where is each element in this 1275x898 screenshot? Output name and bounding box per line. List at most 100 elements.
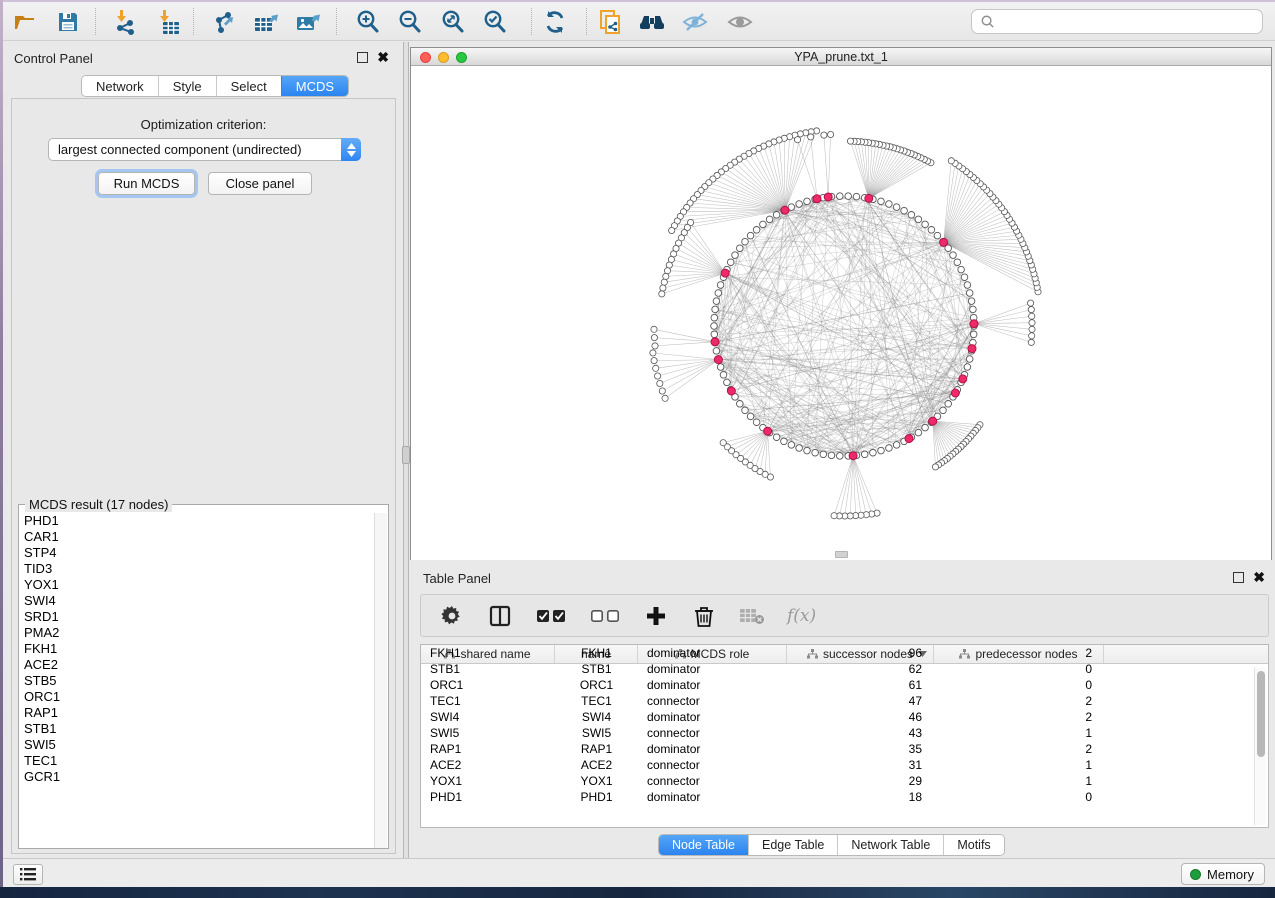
- table-cell: connector: [638, 773, 787, 789]
- table-cell: dominator: [638, 645, 787, 661]
- tab-motifs[interactable]: Motifs: [943, 835, 1003, 855]
- deselect-all-checkboxes-icon[interactable]: [589, 603, 621, 629]
- table-row[interactable]: SWI5SWI5connector431: [421, 725, 1268, 741]
- mcds-result-item[interactable]: TEC1: [24, 753, 375, 769]
- mcds-result-item[interactable]: TID3: [24, 561, 375, 577]
- mcds-result-item[interactable]: SRD1: [24, 609, 375, 625]
- run-mcds-button[interactable]: Run MCDS: [98, 172, 195, 195]
- mcds-result-item[interactable]: ORC1: [24, 689, 375, 705]
- horizontal-splitter-grip[interactable]: [835, 551, 848, 558]
- tab-mcds[interactable]: MCDS: [281, 76, 348, 96]
- mcds-result-item[interactable]: YOX1: [24, 577, 375, 593]
- tab-style[interactable]: Style: [158, 76, 216, 96]
- mcds-result-item[interactable]: CAR1: [24, 529, 375, 545]
- mcds-result-item[interactable]: PMA2: [24, 625, 375, 641]
- mcds-result-group: MCDS result (17 nodes) PHD1CAR1STP4TID3Y…: [18, 504, 389, 849]
- zoom-selected-icon[interactable]: [478, 5, 512, 38]
- table-cell: FKH1: [555, 645, 638, 661]
- mcds-result-item[interactable]: STP4: [24, 545, 375, 561]
- table-cell: 2: [934, 645, 1104, 661]
- close-panel-button[interactable]: Close panel: [208, 172, 312, 195]
- save-session-icon[interactable]: [51, 5, 85, 38]
- hide-eye-icon[interactable]: [678, 5, 712, 38]
- node-table: shared namenameMCDS rolesuccessor nodesp…: [420, 644, 1269, 828]
- export-table-icon[interactable]: [249, 5, 283, 38]
- share-document-icon[interactable]: [593, 5, 627, 38]
- table-cell: dominator: [638, 709, 787, 725]
- status-bar: Memory: [3, 858, 1275, 887]
- zoom-in-icon[interactable]: [351, 5, 385, 38]
- tab-network[interactable]: Network: [82, 76, 158, 96]
- search-input[interactable]: [995, 12, 1262, 32]
- table-cell: YOX1: [421, 773, 555, 789]
- select-all-checkboxes-icon[interactable]: [535, 603, 567, 629]
- table-cell: YOX1: [555, 773, 638, 789]
- tab-select[interactable]: Select: [216, 76, 281, 96]
- table-row[interactable]: STB1STB1dominator620: [421, 661, 1268, 677]
- mcds-result-item[interactable]: RAP1: [24, 705, 375, 721]
- table-row[interactable]: YOX1YOX1connector291: [421, 773, 1268, 789]
- tab-network-table[interactable]: Network Table: [837, 835, 943, 855]
- table-cell: 1: [934, 725, 1104, 741]
- add-column-icon[interactable]: [643, 603, 669, 629]
- toolbar-separator: [336, 8, 337, 35]
- table-scrollbar-thumb[interactable]: [1257, 671, 1265, 757]
- zoom-out-icon[interactable]: [393, 5, 427, 38]
- show-eye-icon[interactable]: [723, 5, 757, 38]
- mcds-result-item[interactable]: STB5: [24, 673, 375, 689]
- splitter-grip[interactable]: [402, 446, 410, 464]
- table-settings-gear-icon[interactable]: [439, 603, 465, 629]
- table-row[interactable]: ACE2ACE2connector311: [421, 757, 1268, 773]
- mcds-tab-content: Optimization criterion: largest connecte…: [11, 98, 396, 854]
- table-row[interactable]: PHD1PHD1dominator180: [421, 789, 1268, 805]
- float-panel-icon[interactable]: [357, 52, 368, 63]
- toolbar-separator: [586, 8, 587, 35]
- app-window: Control Panel ✖ NetworkStyleSelectMCDS O…: [3, 2, 1275, 887]
- table-row[interactable]: FKH1FKH1dominator962: [421, 645, 1268, 661]
- search-binoculars-icon[interactable]: [635, 5, 669, 38]
- mcds-result-scrollbar[interactable]: [374, 513, 387, 848]
- column-view-icon[interactable]: [487, 603, 513, 629]
- table-cell: 46: [787, 709, 934, 725]
- tab-node-table[interactable]: Node Table: [659, 835, 748, 855]
- float-panel-icon[interactable]: [1233, 572, 1244, 583]
- toolbar-separator: [193, 8, 194, 35]
- mcds-result-item[interactable]: STB1: [24, 721, 375, 737]
- table-row[interactable]: SWI4SWI4dominator462: [421, 709, 1268, 725]
- table-cell: ACE2: [555, 757, 638, 773]
- mcds-result-item[interactable]: SWI5: [24, 737, 375, 753]
- desktop-wallpaper: [0, 887, 1275, 898]
- mcds-result-item[interactable]: ACE2: [24, 657, 375, 673]
- close-panel-icon[interactable]: ✖: [377, 52, 389, 63]
- table-row[interactable]: TEC1TEC1connector472: [421, 693, 1268, 709]
- open-session-icon[interactable]: [8, 5, 42, 38]
- global-search-field[interactable]: [971, 9, 1263, 34]
- table-row[interactable]: RAP1RAP1dominator352: [421, 741, 1268, 757]
- network-graph: [411, 67, 1271, 560]
- tab-edge-table[interactable]: Edge Table: [748, 835, 837, 855]
- table-row[interactable]: ORC1ORC1dominator610: [421, 677, 1268, 693]
- mcds-result-list[interactable]: PHD1CAR1STP4TID3YOX1SWI4SRD1PMA2FKH1ACE2…: [20, 513, 375, 848]
- table-scrollbar[interactable]: [1254, 667, 1266, 825]
- mcds-result-item[interactable]: PHD1: [24, 513, 375, 529]
- export-network-icon[interactable]: [208, 5, 242, 38]
- network-window-titlebar[interactable]: YPA_prune.txt_1: [411, 48, 1271, 66]
- node-table-body: FKH1FKH1dominator962STB1STB1dominator620…: [421, 645, 1268, 805]
- command-list-button[interactable]: [13, 864, 43, 885]
- optimization-criterion-select[interactable]: largest connected component (undirected): [48, 138, 361, 161]
- zoom-fit-icon[interactable]: [436, 5, 470, 38]
- memory-button[interactable]: Memory: [1181, 863, 1265, 885]
- import-table-icon[interactable]: [151, 5, 185, 38]
- export-image-icon[interactable]: [291, 5, 325, 38]
- mcds-result-item[interactable]: GCR1: [24, 769, 375, 785]
- network-canvas[interactable]: [411, 67, 1271, 560]
- close-panel-icon[interactable]: ✖: [1253, 572, 1265, 583]
- table-cell: 1: [934, 773, 1104, 789]
- delete-column-icon[interactable]: [691, 603, 717, 629]
- import-network-icon[interactable]: [108, 5, 142, 38]
- mcds-result-item[interactable]: FKH1: [24, 641, 375, 657]
- table-cell: 29: [787, 773, 934, 789]
- optimization-criterion-label: Optimization criterion:: [12, 117, 395, 132]
- update-view-icon[interactable]: [538, 5, 572, 38]
- mcds-result-item[interactable]: SWI4: [24, 593, 375, 609]
